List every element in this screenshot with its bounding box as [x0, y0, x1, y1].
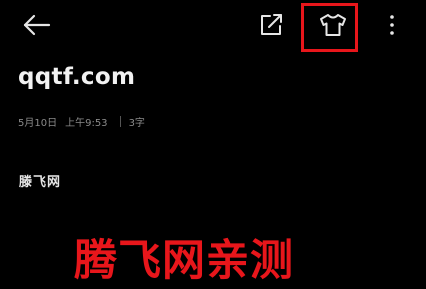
back-button[interactable] [20, 10, 54, 40]
note-metadata: 5月10日 上午9:53 3字 [18, 113, 145, 129]
more-vertical-icon [390, 15, 394, 35]
note-body-text[interactable]: 滕飞网 [19, 171, 61, 190]
share-button[interactable] [256, 10, 288, 40]
share-export-icon [261, 14, 282, 35]
note-time: 上午9:53 [65, 117, 108, 129]
more-options-button[interactable] [380, 10, 404, 40]
highlight-annotation-box [301, 3, 358, 52]
watermark-text: 腾飞网亲测 [74, 236, 294, 286]
note-word-count: 3字 [128, 117, 145, 129]
note-date: 5月10日 [18, 117, 58, 129]
meta-divider [119, 115, 121, 127]
top-toolbar [0, 0, 426, 52]
arrow-left-icon [23, 14, 51, 36]
note-title[interactable]: qqtf.com [18, 64, 135, 90]
